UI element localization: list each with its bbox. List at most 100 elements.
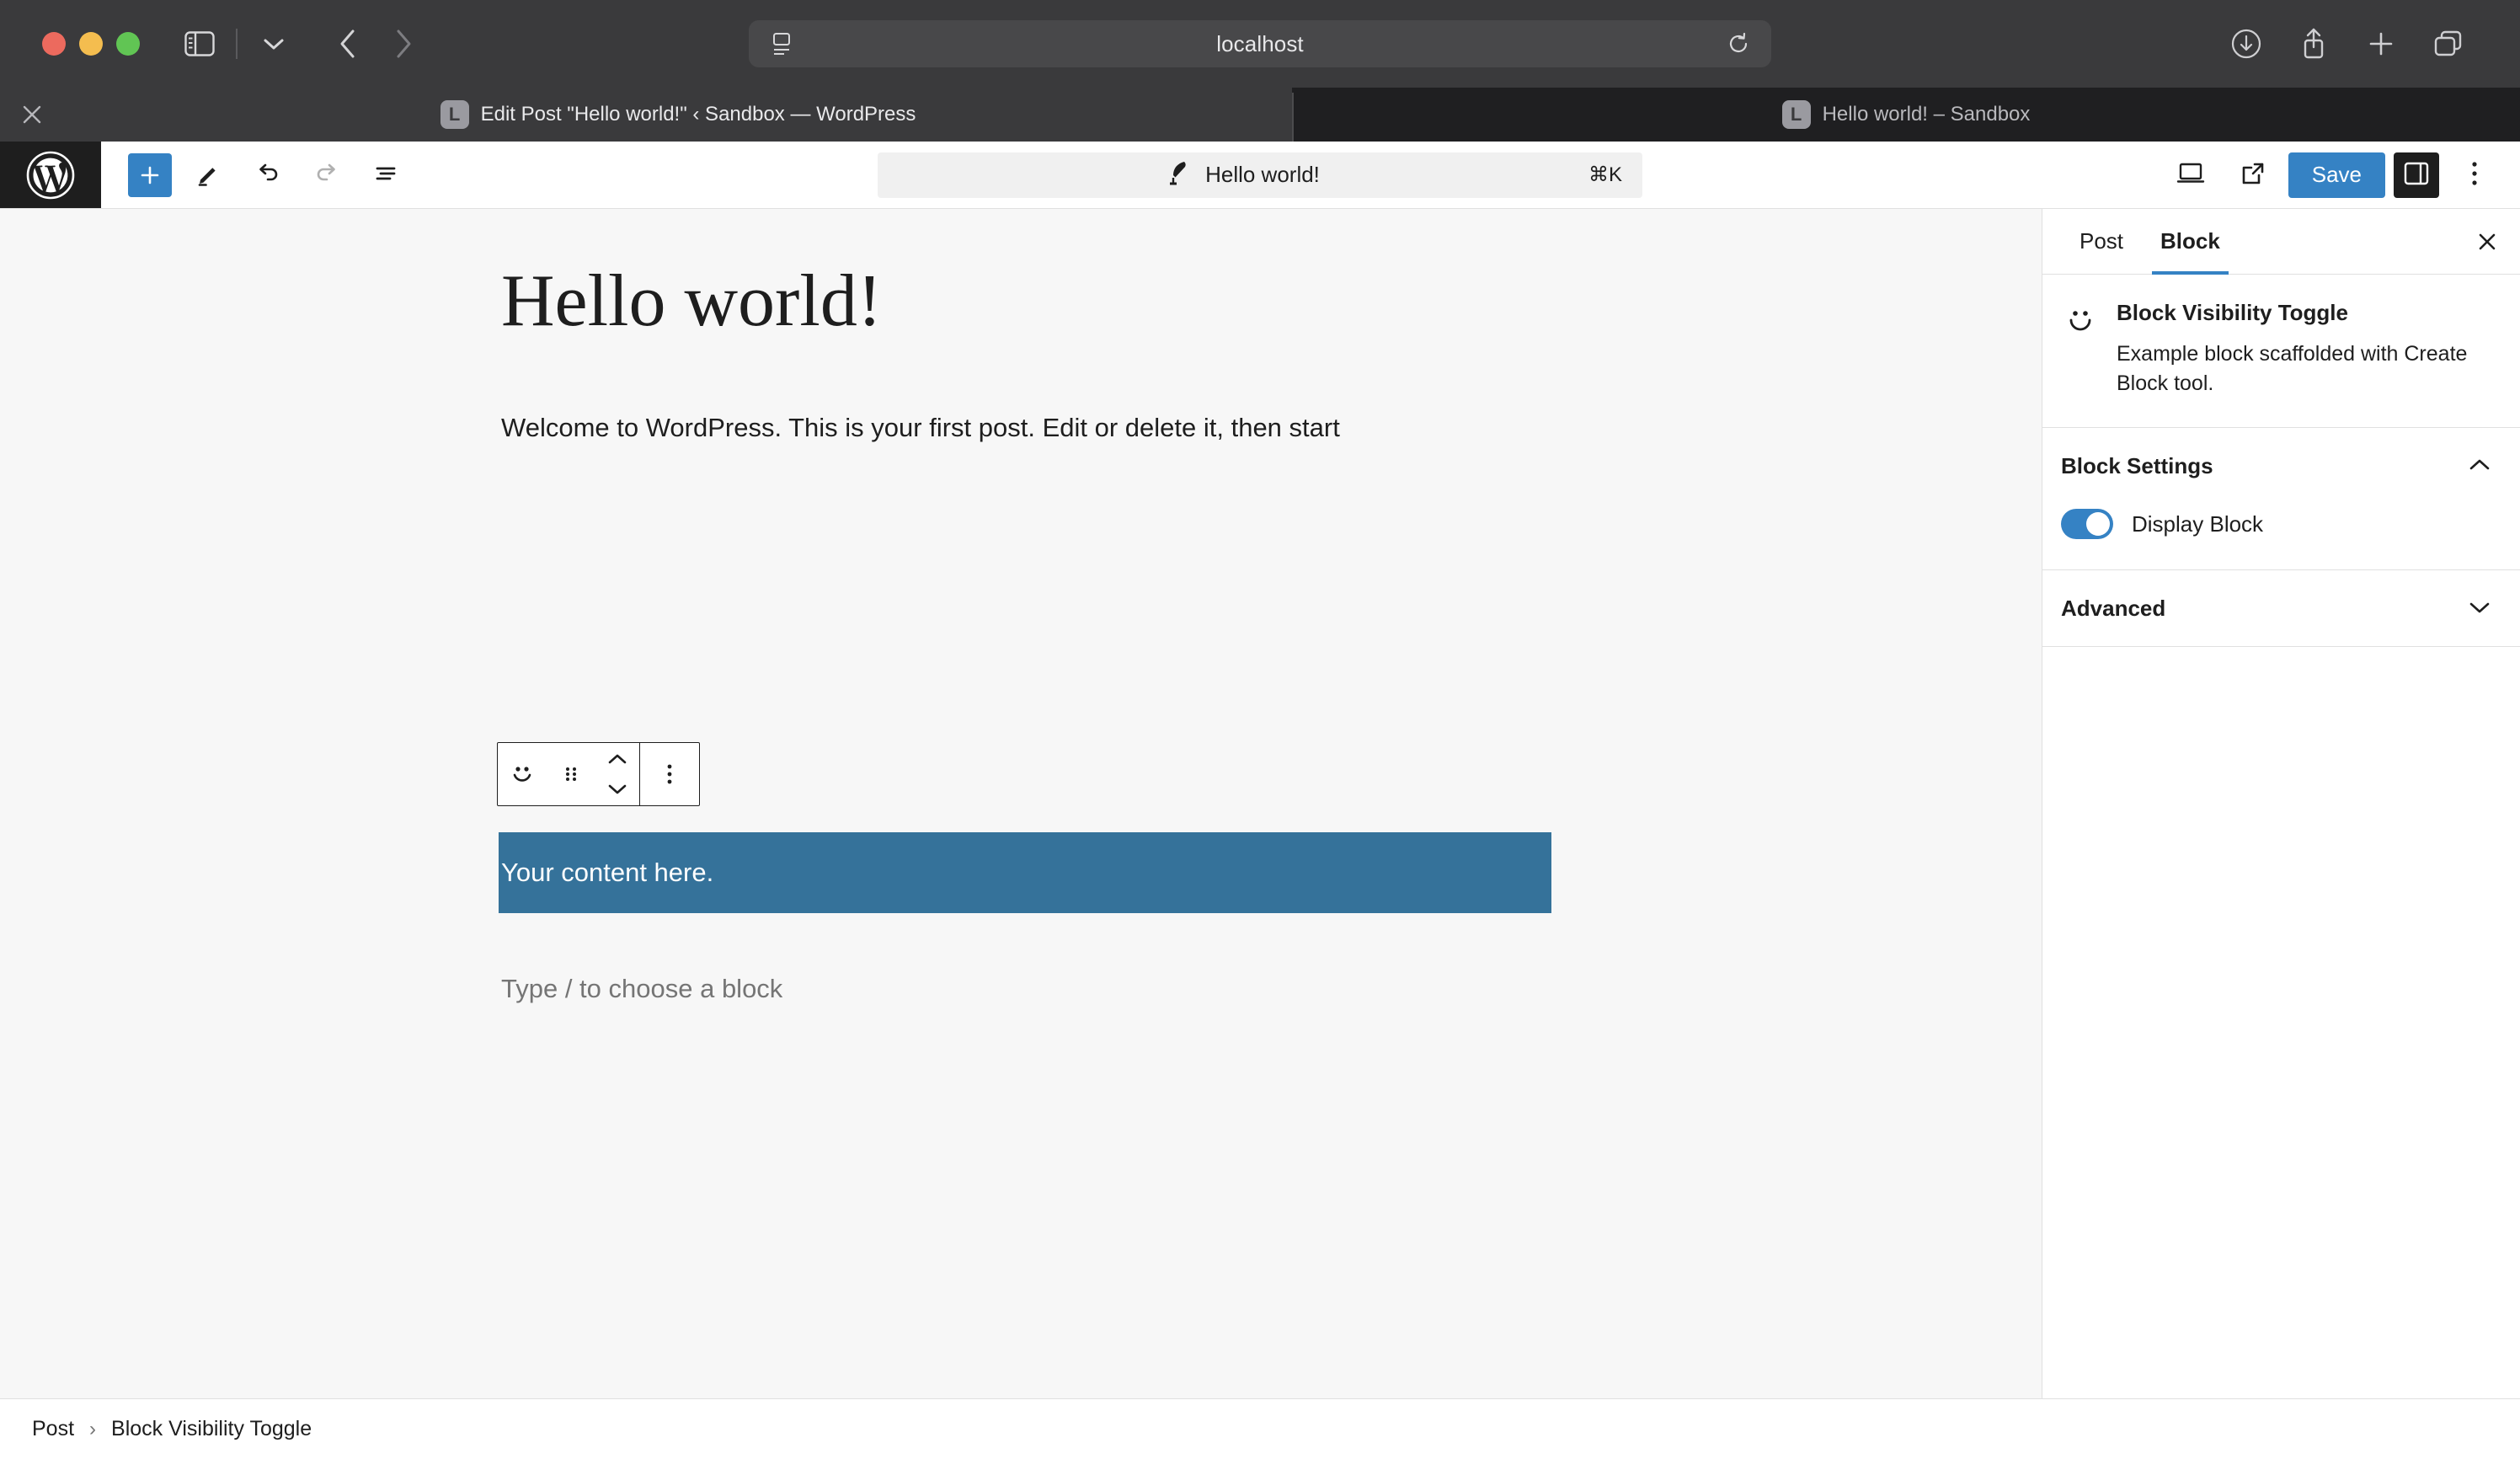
browser-tab-hello-world[interactable]: L Hello world! – Sandbox: [1292, 88, 2520, 142]
tools-pencil-button[interactable]: [182, 148, 236, 202]
panel-title: Block Settings: [2061, 452, 2213, 478]
empty-block-placeholder[interactable]: Type / to choose a block: [501, 974, 782, 1004]
command-bar[interactable]: Hello world! ⌘K: [878, 152, 1642, 198]
tab-title: Hello world! – Sandbox: [1822, 103, 2031, 126]
custom-block-text: Your content here.: [501, 858, 714, 887]
wordpress-logo-icon[interactable]: [0, 142, 101, 208]
browser-tab-edit-post[interactable]: L Edit Post "Hello world!" ‹ Sandbox — W…: [64, 88, 1292, 142]
external-link-icon: [2240, 160, 2266, 190]
tab-post[interactable]: Post: [2061, 209, 2142, 274]
pencil-icon: [195, 159, 223, 190]
reload-icon[interactable]: [1724, 29, 1753, 58]
chevron-down-icon[interactable]: [248, 18, 300, 70]
tab-favicon: L: [440, 100, 469, 129]
browser-titlebar: localhost: [0, 0, 2520, 88]
forward-arrow-icon[interactable]: [377, 18, 430, 70]
more-options-button[interactable]: [2448, 148, 2501, 202]
more-options-icon: [2470, 159, 2479, 190]
navigation-controls: [174, 18, 430, 70]
block-type-smiley-icon[interactable]: [498, 743, 547, 805]
block-toolbar: [497, 742, 700, 806]
block-info-description: Example block scaffolded with Create Blo…: [2117, 342, 2468, 395]
wordpress-editor: Hello world! ⌘K Save Hello world! Welcom…: [0, 142, 2520, 1459]
close-sidebar-button[interactable]: [2454, 209, 2520, 274]
back-arrow-icon[interactable]: [322, 18, 374, 70]
address-bar-text[interactable]: localhost: [796, 31, 1724, 57]
list-view-button[interactable]: [359, 148, 413, 202]
post-paragraph[interactable]: Welcome to WordPress. This is your first…: [501, 409, 1554, 448]
tab-title: Edit Post "Hello world!" ‹ Sandbox — Wor…: [480, 103, 916, 126]
block-toolbar-options-group: [640, 743, 699, 805]
editor-canvas[interactable]: Hello world! Welcome to WordPress. This …: [0, 209, 2042, 1398]
minimize-window-button[interactable]: [79, 32, 103, 56]
display-block-toggle[interactable]: [2061, 509, 2113, 539]
panel-advanced: Advanced: [2042, 570, 2520, 647]
maximize-window-button[interactable]: [116, 32, 140, 56]
close-window-button[interactable]: [42, 32, 66, 56]
chevron-down-icon: [2468, 600, 2491, 617]
share-icon[interactable]: [2288, 18, 2340, 70]
panel-block-settings-header[interactable]: Block Settings: [2042, 428, 2520, 504]
block-more-options-icon[interactable]: [640, 743, 699, 805]
save-button[interactable]: Save: [2288, 152, 2385, 198]
feather-icon: [1167, 159, 1190, 190]
block-toolbar-main-group: [498, 743, 639, 805]
view-post-button[interactable]: [2226, 148, 2280, 202]
drag-handle-icon[interactable]: [547, 743, 595, 805]
display-block-toggle-row: Display Block: [2061, 509, 2491, 539]
document-overview-icon: [371, 159, 400, 190]
block-mover: [595, 745, 639, 804]
smiley-icon: [2061, 300, 2100, 398]
post-title[interactable]: Hello world!: [501, 260, 1596, 343]
sidebar-toggle-icon[interactable]: [174, 18, 226, 70]
move-down-chevron-icon[interactable]: [598, 775, 637, 804]
panel-title: Advanced: [2061, 595, 2166, 621]
tab-block[interactable]: Block: [2142, 209, 2239, 275]
sidebar-tabs: Post Block: [2042, 209, 2520, 275]
redo-button[interactable]: [300, 148, 354, 202]
panel-block-settings: Block Settings Display Block: [2042, 428, 2520, 570]
breadcrumb-separator-icon: ›: [89, 1417, 97, 1440]
download-icon[interactable]: [2220, 18, 2272, 70]
settings-sidebar-toggle-button[interactable]: [2394, 152, 2439, 198]
breadcrumb-item-block[interactable]: Block Visibility Toggle: [111, 1417, 312, 1441]
undo-button[interactable]: [241, 148, 295, 202]
breadcrumb-item-post[interactable]: Post: [32, 1417, 74, 1441]
command-bar-title: Hello world!: [1205, 162, 1320, 187]
tab-overview-icon[interactable]: [2422, 18, 2475, 70]
block-info-card: Block Visibility Toggle Example block sc…: [2042, 275, 2520, 428]
editor-header: Hello world! ⌘K Save: [0, 142, 2520, 209]
safari-window: localhost L Edit Post "Hello world!" ‹ S…: [0, 0, 2520, 1459]
editor-body: Hello world! Welcome to WordPress. This …: [0, 209, 2520, 1398]
tab-favicon: L: [1781, 100, 1811, 129]
panel-advanced-header[interactable]: Advanced: [2042, 570, 2520, 646]
block-info-text: Block Visibility Toggle Example block sc…: [2117, 300, 2491, 398]
editor-left-toolbar: [101, 142, 413, 208]
display-block-toggle-label: Display Block: [2132, 510, 2264, 537]
breadcrumb: Post › Block Visibility Toggle: [32, 1417, 312, 1441]
browser-toolbar-right: [2220, 18, 2491, 70]
command-bar-shortcut: ⌘K: [1588, 163, 1622, 186]
toggle-knob: [2086, 512, 2110, 536]
reader-view-icon[interactable]: [767, 29, 796, 58]
desktop-icon: [2176, 161, 2206, 189]
device-preview-button[interactable]: [2164, 148, 2218, 202]
new-tab-plus-icon[interactable]: [2355, 18, 2407, 70]
block-visibility-toggle-block[interactable]: Your content here.: [499, 832, 1551, 913]
panel-block-settings-body: Display Block: [2042, 504, 2520, 569]
block-info-title: Block Visibility Toggle: [2117, 300, 2348, 325]
close-tab-icon[interactable]: [0, 88, 64, 142]
tab-bar: L Edit Post "Hello world!" ‹ Sandbox — W…: [0, 88, 2520, 142]
editor-footer: Post › Block Visibility Toggle: [0, 1398, 2520, 1459]
add-block-button[interactable]: [123, 148, 177, 202]
editor-right-toolbar: Save: [2164, 142, 2520, 208]
plus-icon: [128, 152, 172, 197]
settings-sidebar-icon: [2404, 162, 2429, 188]
chevron-up-icon: [2468, 457, 2491, 475]
settings-sidebar: Post Block Block Visibility Toggle Examp…: [2042, 209, 2520, 1398]
address-bar[interactable]: localhost: [749, 20, 1771, 67]
window-traffic-lights: [42, 32, 140, 56]
move-up-chevron-icon[interactable]: [598, 745, 637, 773]
redo-arrow-icon: [312, 159, 341, 190]
undo-arrow-icon: [254, 159, 282, 190]
